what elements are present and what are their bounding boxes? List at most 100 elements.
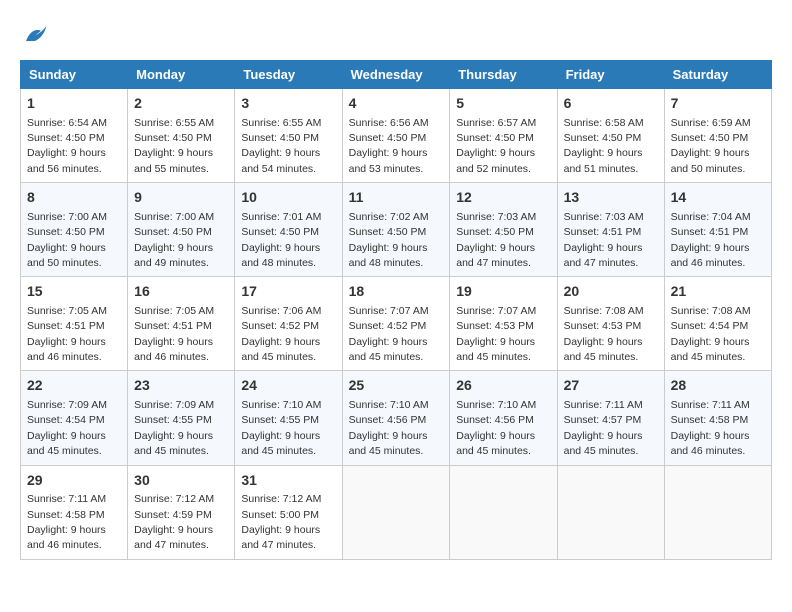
calendar-day-cell: 18 Sunrise: 7:07 AMSunset: 4:52 PMDaylig… bbox=[342, 277, 450, 371]
day-info: Sunrise: 6:58 AMSunset: 4:50 PMDaylight:… bbox=[564, 117, 644, 175]
weekday-header-cell: Wednesday bbox=[342, 61, 450, 89]
day-info: Sunrise: 6:54 AMSunset: 4:50 PMDaylight:… bbox=[27, 117, 107, 175]
calendar-week-row: 1 Sunrise: 6:54 AMSunset: 4:50 PMDayligh… bbox=[21, 89, 772, 183]
day-info: Sunrise: 7:03 AMSunset: 4:51 PMDaylight:… bbox=[564, 211, 644, 269]
calendar-day-cell: 30 Sunrise: 7:12 AMSunset: 4:59 PMDaylig… bbox=[128, 465, 235, 559]
calendar-day-cell: 7 Sunrise: 6:59 AMSunset: 4:50 PMDayligh… bbox=[664, 89, 771, 183]
day-info: Sunrise: 7:00 AMSunset: 4:50 PMDaylight:… bbox=[27, 211, 107, 269]
day-info: Sunrise: 7:07 AMSunset: 4:53 PMDaylight:… bbox=[456, 305, 536, 363]
calendar-day-cell: 9 Sunrise: 7:00 AMSunset: 4:50 PMDayligh… bbox=[128, 183, 235, 277]
day-info: Sunrise: 7:11 AMSunset: 4:58 PMDaylight:… bbox=[671, 399, 750, 457]
day-number: 13 bbox=[564, 188, 658, 208]
day-info: Sunrise: 7:10 AMSunset: 4:56 PMDaylight:… bbox=[349, 399, 429, 457]
day-number: 4 bbox=[349, 94, 444, 114]
logo-icon bbox=[20, 20, 50, 50]
day-info: Sunrise: 6:55 AMSunset: 4:50 PMDaylight:… bbox=[134, 117, 214, 175]
day-info: Sunrise: 7:09 AMSunset: 4:54 PMDaylight:… bbox=[27, 399, 107, 457]
weekday-header-cell: Thursday bbox=[450, 61, 557, 89]
day-info: Sunrise: 6:56 AMSunset: 4:50 PMDaylight:… bbox=[349, 117, 429, 175]
calendar-day-cell: 22 Sunrise: 7:09 AMSunset: 4:54 PMDaylig… bbox=[21, 371, 128, 465]
day-number: 17 bbox=[241, 282, 335, 302]
day-number: 20 bbox=[564, 282, 658, 302]
day-number: 26 bbox=[456, 376, 550, 396]
day-number: 31 bbox=[241, 471, 335, 491]
calendar-day-cell: 28 Sunrise: 7:11 AMSunset: 4:58 PMDaylig… bbox=[664, 371, 771, 465]
weekday-header-row: SundayMondayTuesdayWednesdayThursdayFrid… bbox=[21, 61, 772, 89]
day-info: Sunrise: 7:01 AMSunset: 4:50 PMDaylight:… bbox=[241, 211, 321, 269]
calendar-day-cell: 4 Sunrise: 6:56 AMSunset: 4:50 PMDayligh… bbox=[342, 89, 450, 183]
calendar-day-cell: 13 Sunrise: 7:03 AMSunset: 4:51 PMDaylig… bbox=[557, 183, 664, 277]
day-info: Sunrise: 7:03 AMSunset: 4:50 PMDaylight:… bbox=[456, 211, 536, 269]
day-number: 6 bbox=[564, 94, 658, 114]
day-number: 21 bbox=[671, 282, 765, 302]
weekday-header-cell: Sunday bbox=[21, 61, 128, 89]
day-number: 25 bbox=[349, 376, 444, 396]
day-info: Sunrise: 7:08 AMSunset: 4:54 PMDaylight:… bbox=[671, 305, 751, 363]
calendar-day-cell: 19 Sunrise: 7:07 AMSunset: 4:53 PMDaylig… bbox=[450, 277, 557, 371]
calendar-day-cell: 2 Sunrise: 6:55 AMSunset: 4:50 PMDayligh… bbox=[128, 89, 235, 183]
day-info: Sunrise: 7:00 AMSunset: 4:50 PMDaylight:… bbox=[134, 211, 214, 269]
calendar-day-cell bbox=[557, 465, 664, 559]
calendar-day-cell: 23 Sunrise: 7:09 AMSunset: 4:55 PMDaylig… bbox=[128, 371, 235, 465]
calendar-day-cell: 17 Sunrise: 7:06 AMSunset: 4:52 PMDaylig… bbox=[235, 277, 342, 371]
day-number: 5 bbox=[456, 94, 550, 114]
day-number: 8 bbox=[27, 188, 121, 208]
day-info: Sunrise: 7:10 AMSunset: 4:55 PMDaylight:… bbox=[241, 399, 321, 457]
day-number: 15 bbox=[27, 282, 121, 302]
day-number: 14 bbox=[671, 188, 765, 208]
calendar-day-cell: 5 Sunrise: 6:57 AMSunset: 4:50 PMDayligh… bbox=[450, 89, 557, 183]
day-info: Sunrise: 6:57 AMSunset: 4:50 PMDaylight:… bbox=[456, 117, 536, 175]
day-number: 27 bbox=[564, 376, 658, 396]
day-info: Sunrise: 7:08 AMSunset: 4:53 PMDaylight:… bbox=[564, 305, 644, 363]
calendar-day-cell: 3 Sunrise: 6:55 AMSunset: 4:50 PMDayligh… bbox=[235, 89, 342, 183]
day-info: Sunrise: 7:12 AMSunset: 4:59 PMDaylight:… bbox=[134, 493, 214, 551]
calendar-day-cell: 14 Sunrise: 7:04 AMSunset: 4:51 PMDaylig… bbox=[664, 183, 771, 277]
day-number: 19 bbox=[456, 282, 550, 302]
calendar-day-cell: 8 Sunrise: 7:00 AMSunset: 4:50 PMDayligh… bbox=[21, 183, 128, 277]
day-info: Sunrise: 7:09 AMSunset: 4:55 PMDaylight:… bbox=[134, 399, 214, 457]
day-number: 10 bbox=[241, 188, 335, 208]
calendar-day-cell: 16 Sunrise: 7:05 AMSunset: 4:51 PMDaylig… bbox=[128, 277, 235, 371]
calendar-day-cell: 11 Sunrise: 7:02 AMSunset: 4:50 PMDaylig… bbox=[342, 183, 450, 277]
calendar-day-cell: 10 Sunrise: 7:01 AMSunset: 4:50 PMDaylig… bbox=[235, 183, 342, 277]
day-number: 9 bbox=[134, 188, 228, 208]
logo bbox=[20, 20, 54, 50]
page-header bbox=[20, 20, 772, 50]
calendar-week-row: 15 Sunrise: 7:05 AMSunset: 4:51 PMDaylig… bbox=[21, 277, 772, 371]
day-number: 2 bbox=[134, 94, 228, 114]
weekday-header-cell: Monday bbox=[128, 61, 235, 89]
day-number: 22 bbox=[27, 376, 121, 396]
calendar-day-cell: 26 Sunrise: 7:10 AMSunset: 4:56 PMDaylig… bbox=[450, 371, 557, 465]
calendar-day-cell: 1 Sunrise: 6:54 AMSunset: 4:50 PMDayligh… bbox=[21, 89, 128, 183]
day-info: Sunrise: 7:11 AMSunset: 4:57 PMDaylight:… bbox=[564, 399, 643, 457]
day-number: 28 bbox=[671, 376, 765, 396]
calendar-day-cell: 27 Sunrise: 7:11 AMSunset: 4:57 PMDaylig… bbox=[557, 371, 664, 465]
day-number: 23 bbox=[134, 376, 228, 396]
day-number: 24 bbox=[241, 376, 335, 396]
calendar-day-cell: 24 Sunrise: 7:10 AMSunset: 4:55 PMDaylig… bbox=[235, 371, 342, 465]
day-number: 30 bbox=[134, 471, 228, 491]
day-number: 1 bbox=[27, 94, 121, 114]
day-info: Sunrise: 7:11 AMSunset: 4:58 PMDaylight:… bbox=[27, 493, 106, 551]
calendar-day-cell: 20 Sunrise: 7:08 AMSunset: 4:53 PMDaylig… bbox=[557, 277, 664, 371]
calendar-day-cell bbox=[342, 465, 450, 559]
day-number: 18 bbox=[349, 282, 444, 302]
calendar-day-cell bbox=[450, 465, 557, 559]
day-number: 29 bbox=[27, 471, 121, 491]
weekday-header-cell: Friday bbox=[557, 61, 664, 89]
calendar-day-cell: 12 Sunrise: 7:03 AMSunset: 4:50 PMDaylig… bbox=[450, 183, 557, 277]
day-number: 11 bbox=[349, 188, 444, 208]
calendar-body: 1 Sunrise: 6:54 AMSunset: 4:50 PMDayligh… bbox=[21, 89, 772, 560]
calendar-day-cell bbox=[664, 465, 771, 559]
calendar-week-row: 8 Sunrise: 7:00 AMSunset: 4:50 PMDayligh… bbox=[21, 183, 772, 277]
calendar-table: SundayMondayTuesdayWednesdayThursdayFrid… bbox=[20, 60, 772, 560]
calendar-day-cell: 21 Sunrise: 7:08 AMSunset: 4:54 PMDaylig… bbox=[664, 277, 771, 371]
day-number: 7 bbox=[671, 94, 765, 114]
day-info: Sunrise: 6:55 AMSunset: 4:50 PMDaylight:… bbox=[241, 117, 321, 175]
day-info: Sunrise: 7:05 AMSunset: 4:51 PMDaylight:… bbox=[134, 305, 214, 363]
calendar-week-row: 22 Sunrise: 7:09 AMSunset: 4:54 PMDaylig… bbox=[21, 371, 772, 465]
day-info: Sunrise: 7:12 AMSunset: 5:00 PMDaylight:… bbox=[241, 493, 321, 551]
weekday-header-cell: Tuesday bbox=[235, 61, 342, 89]
day-number: 12 bbox=[456, 188, 550, 208]
day-info: Sunrise: 7:06 AMSunset: 4:52 PMDaylight:… bbox=[241, 305, 321, 363]
